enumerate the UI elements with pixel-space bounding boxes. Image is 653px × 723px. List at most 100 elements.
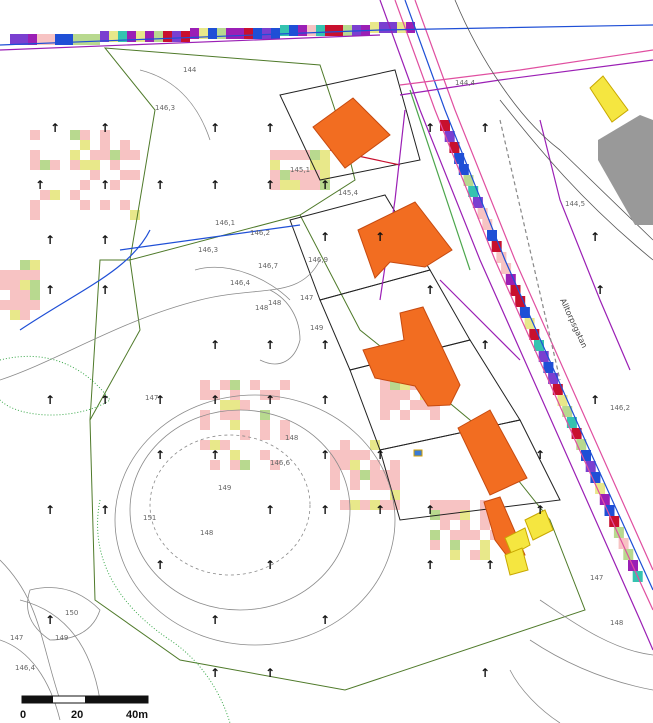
raster-cell xyxy=(390,400,400,410)
contour-label: 144,4 xyxy=(455,79,476,87)
up-arrow-icon: ↑ xyxy=(265,338,275,352)
up-arrow-icon: ↑ xyxy=(265,503,275,517)
raster-cell xyxy=(310,170,320,180)
raster-cell xyxy=(154,31,163,42)
up-arrow-icon: ↑ xyxy=(425,558,435,572)
raster-cell xyxy=(20,260,30,270)
raster-cell xyxy=(244,28,253,39)
raster-cell xyxy=(10,290,20,300)
up-arrow-icon: ↑ xyxy=(100,233,110,247)
marker xyxy=(413,449,423,457)
up-arrow-icon: ↑ xyxy=(320,393,330,407)
up-arrow-icon: ↑ xyxy=(210,393,220,407)
raster-cell xyxy=(80,160,90,170)
raster-cell xyxy=(20,280,30,290)
raster-cell xyxy=(30,200,40,210)
raster-cell xyxy=(130,150,140,160)
raster-cell xyxy=(260,420,270,430)
up-arrow-icon: ↑ xyxy=(100,178,110,192)
up-arrow-icon: ↑ xyxy=(210,613,220,627)
raster-cell xyxy=(10,270,20,280)
up-arrow-icon: ↑ xyxy=(375,448,385,462)
contour-label: 147 xyxy=(145,394,158,402)
contour-label: 150 xyxy=(65,609,78,617)
up-arrow-icon: ↑ xyxy=(480,338,490,352)
up-arrow-icon: ↑ xyxy=(35,178,45,192)
raster-cell xyxy=(163,31,172,42)
contour-label: 147 xyxy=(10,634,23,642)
up-arrow-icon: ↑ xyxy=(155,178,165,192)
raster-cell xyxy=(460,530,470,540)
up-arrow-icon: ↑ xyxy=(320,338,330,352)
up-arrow-icon: ↑ xyxy=(535,448,545,462)
raster-cell xyxy=(70,160,80,170)
raster-cell xyxy=(470,550,480,560)
up-arrow-icon: ↑ xyxy=(45,233,55,247)
building xyxy=(357,201,453,279)
raster-cell xyxy=(0,300,10,310)
up-arrow-icon: ↑ xyxy=(320,448,330,462)
raster-cell xyxy=(270,150,280,160)
raster-cell xyxy=(388,22,397,33)
raster-cell xyxy=(90,150,100,160)
scale-label-0: 0 xyxy=(20,709,26,721)
raster-cell xyxy=(390,460,400,470)
raster-cell xyxy=(200,390,210,400)
up-arrow-icon: ↑ xyxy=(210,121,220,135)
contour-label: 146,4 xyxy=(15,664,36,672)
up-arrow-icon: ↑ xyxy=(535,503,545,517)
raster-cell xyxy=(100,140,110,150)
raster-cell xyxy=(379,22,388,33)
raster-cell xyxy=(370,22,379,33)
scale-bar: 0 20 40m xyxy=(20,695,149,721)
up-arrow-icon: ↑ xyxy=(320,613,330,627)
contour-label: 146,3 xyxy=(155,104,175,112)
raster-cell xyxy=(380,410,390,420)
raster-cell xyxy=(340,440,350,450)
up-arrow-icon: ↑ xyxy=(320,503,330,517)
contour-label: 144,5 xyxy=(565,200,585,208)
up-arrow-icon: ↑ xyxy=(590,230,600,244)
raster-cell xyxy=(145,31,154,42)
map-canvas[interactable]: ↑ ↑ ↑ ↑ ↑ ↑ ↑ ↑ ↑ ↑ ↑ ↑ ↑ ↑ ↑ ↑ ↑ ↑ ↑ ↑ ↑ ↑ ↑ ↑ ↑ ↑ ↑ ↑ ↑ ↑ ↑ ↑ ↑ ↑ ↑ ↑ ↑ ↑ ↑ ↑… xyxy=(0,0,653,723)
contour-label: 146,3 xyxy=(198,246,218,254)
raster-cell xyxy=(80,180,90,190)
raster-cell xyxy=(310,150,320,160)
raster-cell xyxy=(320,160,330,170)
raster-cell xyxy=(450,500,460,510)
raster-cell xyxy=(136,31,145,42)
raster-cell xyxy=(410,400,420,410)
raster-cell xyxy=(360,500,370,510)
contour-label: 147 xyxy=(590,574,603,582)
raster-cell xyxy=(390,390,400,400)
raster-cell xyxy=(501,263,512,274)
raster-cell xyxy=(280,380,290,390)
raster-cell xyxy=(350,450,360,460)
contour-label: 146,2 xyxy=(610,404,630,412)
raster-cell xyxy=(80,200,90,210)
raster-cell xyxy=(350,460,360,470)
raster-cell xyxy=(110,150,120,160)
raster-cell xyxy=(400,410,410,420)
raster-cell xyxy=(290,150,300,160)
raster-cell xyxy=(226,28,235,39)
raster-cell xyxy=(350,480,360,490)
raster-cell xyxy=(380,400,390,410)
contour-label: 148 xyxy=(268,299,281,307)
building xyxy=(457,409,528,496)
contour-label: 151 xyxy=(143,514,156,522)
raster-cell xyxy=(200,380,210,390)
raster-cell xyxy=(200,440,210,450)
up-arrow-icon: ↑ xyxy=(100,283,110,297)
raster-cell xyxy=(450,530,460,540)
raster-cell xyxy=(30,260,40,270)
up-arrow-icon: ↑ xyxy=(155,448,165,462)
raster-cell xyxy=(90,170,100,180)
map-view[interactable]: ↑ ↑ ↑ ↑ ↑ ↑ ↑ ↑ ↑ ↑ ↑ ↑ ↑ ↑ ↑ ↑ ↑ ↑ ↑ ↑ ↑ ↑ ↑ ↑ ↑ ↑ ↑ ↑ ↑ ↑ ↑ ↑ ↑ ↑ ↑ ↑ ↑ ↑ ↑ ↑… xyxy=(0,0,653,723)
raster-cell xyxy=(480,520,490,530)
raster-cell xyxy=(70,130,80,140)
raster-cell xyxy=(334,25,343,36)
contour-label: 145,4 xyxy=(338,189,359,197)
raster-cell xyxy=(120,200,130,210)
raster-cell xyxy=(280,180,290,190)
